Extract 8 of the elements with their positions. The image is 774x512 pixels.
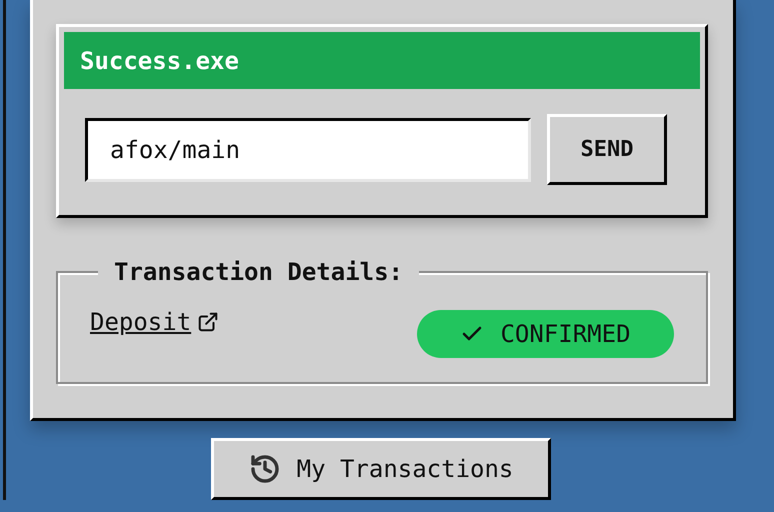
history-icon [248,453,281,485]
status-label: CONFIRMED [500,319,631,350]
history-button[interactable]: My Transactions [211,438,551,500]
send-button[interactable]: SEND [547,114,667,185]
external-link-icon [197,311,220,333]
deposit-link[interactable]: Deposit [90,304,192,340]
window-title: Success.exe [80,46,239,76]
input-field[interactable]: afox/main [85,118,531,182]
